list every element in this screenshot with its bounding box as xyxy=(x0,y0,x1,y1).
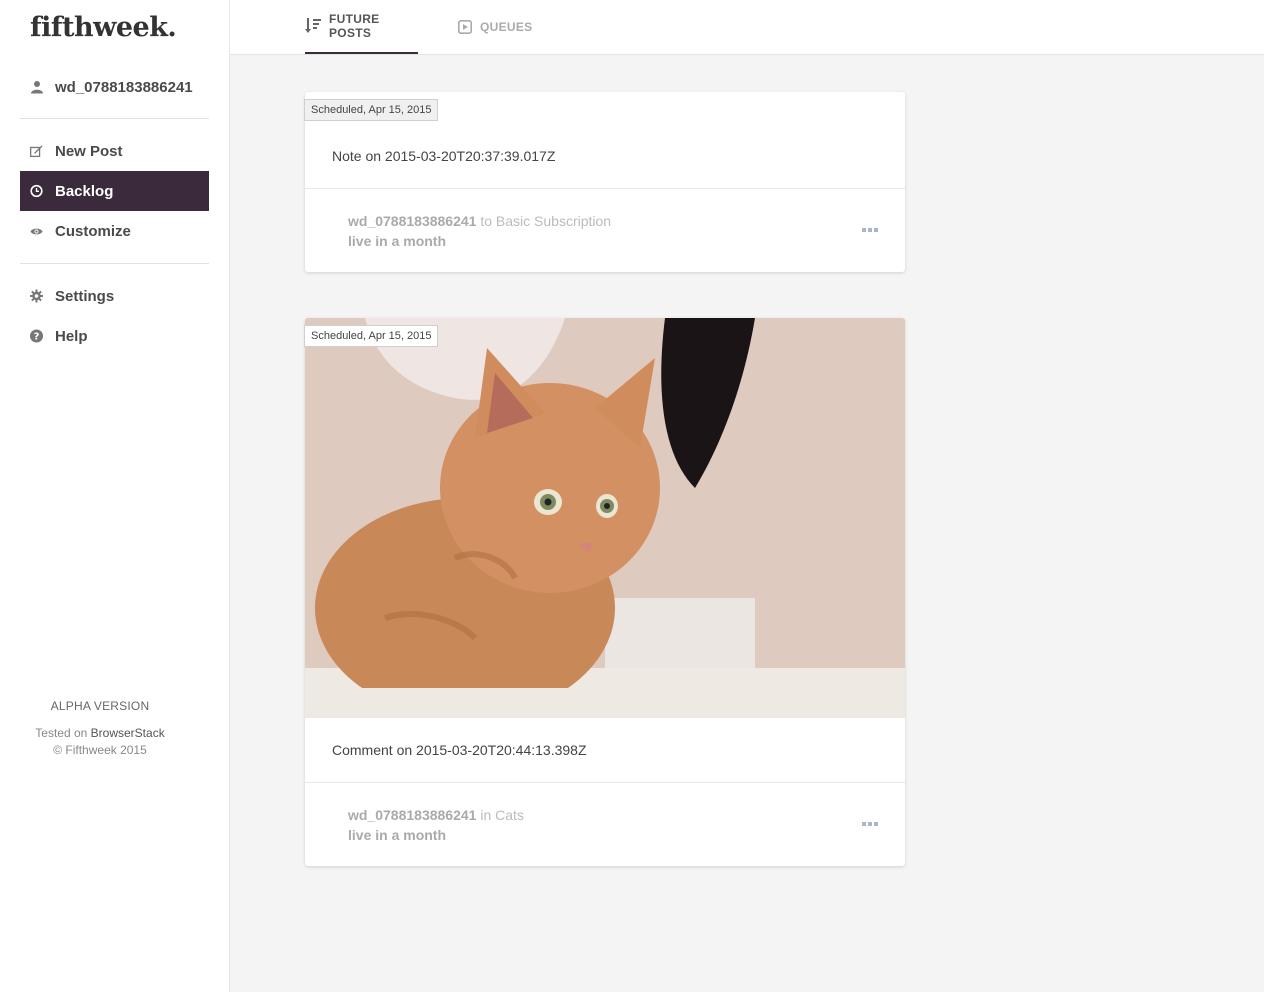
dot-icon xyxy=(874,822,878,826)
svg-text:?: ? xyxy=(34,332,40,343)
clock-icon xyxy=(30,184,43,198)
eye-icon xyxy=(30,225,43,238)
copyright-text: © Fifthweek 2015 xyxy=(53,743,147,757)
sidebar-item-backlog[interactable]: Backlog xyxy=(20,171,209,211)
tab-queues[interactable]: QUEUES xyxy=(458,0,532,54)
sidebar-item-label: Backlog xyxy=(55,182,114,200)
tab-label: FUTURE POSTS xyxy=(329,12,380,40)
more-options-button[interactable] xyxy=(862,228,878,232)
edit-icon xyxy=(30,145,43,158)
post-meta: wd_0788183886241 in Cats live in a month xyxy=(348,805,524,845)
alpha-version-label: ALPHA VERSION xyxy=(50,699,150,713)
top-bar: FUTURE POSTS QUEUES xyxy=(230,0,1264,55)
card-divider xyxy=(305,782,905,783)
tab-label: QUEUES xyxy=(480,20,533,34)
tab-future-posts[interactable]: FUTURE POSTS xyxy=(305,0,418,54)
post-connector: to xyxy=(480,213,493,229)
sidebar-item-help[interactable]: ? Help xyxy=(20,316,209,356)
post-title: Comment on 2015-03-20T20:44:13.398Z xyxy=(332,742,587,758)
kitten-photo[interactable] xyxy=(305,318,905,718)
gear-icon xyxy=(30,289,43,303)
play-square-icon xyxy=(458,20,472,34)
post-target[interactable]: Basic Subscription xyxy=(496,213,611,229)
sidebar-user[interactable]: wd_0788183886241 xyxy=(20,67,209,107)
dot-icon xyxy=(868,822,872,826)
post-meta: wd_0788183886241 to Basic Subscription l… xyxy=(348,211,611,251)
sidebar-item-label: Settings xyxy=(55,287,115,305)
dot-icon xyxy=(862,822,866,826)
app-logo[interactable]: fifthweek. xyxy=(30,12,177,43)
sidebar-item-label: Customize xyxy=(55,222,131,240)
post-card: Scheduled, Apr 15, 2015 Note on 2015-03-… xyxy=(304,92,905,272)
sidebar-item-label: New Post xyxy=(55,142,123,160)
sidebar-item-settings[interactable]: Settings xyxy=(20,276,209,316)
post-title: Note on 2015-03-20T20:37:39.017Z xyxy=(332,148,556,164)
sidebar: fifthweek. wd_0788183886241 New Post Bac… xyxy=(0,0,230,992)
post-live-time: live in a month xyxy=(348,233,447,249)
sidebar-divider xyxy=(20,263,209,264)
sort-icon xyxy=(305,17,321,35)
post-author[interactable]: wd_0788183886241 xyxy=(348,807,476,823)
sidebar-divider xyxy=(20,118,209,119)
dot-icon xyxy=(868,228,872,232)
scheduled-badge: Scheduled, Apr 15, 2015 xyxy=(304,325,439,347)
question-icon: ? xyxy=(30,329,43,343)
more-options-button[interactable] xyxy=(862,822,878,826)
dot-icon xyxy=(874,228,878,232)
post-connector: in xyxy=(480,807,492,823)
scheduled-badge: Scheduled, Apr 15, 2015 xyxy=(304,99,439,121)
tested-prefix: Tested on xyxy=(35,726,88,740)
post-target[interactable]: Cats xyxy=(495,807,524,823)
browserstack-link[interactable]: BrowserStack xyxy=(91,726,165,740)
card-divider xyxy=(305,188,905,189)
post-live-time: live in a month xyxy=(348,827,447,843)
sidebar-item-label: Help xyxy=(55,327,88,345)
sidebar-item-new-post[interactable]: New Post xyxy=(20,131,209,171)
post-author[interactable]: wd_0788183886241 xyxy=(348,213,476,229)
sidebar-item-customize[interactable]: Customize xyxy=(20,211,209,251)
dot-icon xyxy=(862,228,866,232)
post-card: Scheduled, Apr 15, 2015 Comment on 2015-… xyxy=(304,318,905,866)
tested-on-text: Tested on BrowserStack xyxy=(0,726,200,740)
sidebar-user-label: wd_0788183886241 xyxy=(55,78,193,96)
user-icon xyxy=(30,81,43,94)
